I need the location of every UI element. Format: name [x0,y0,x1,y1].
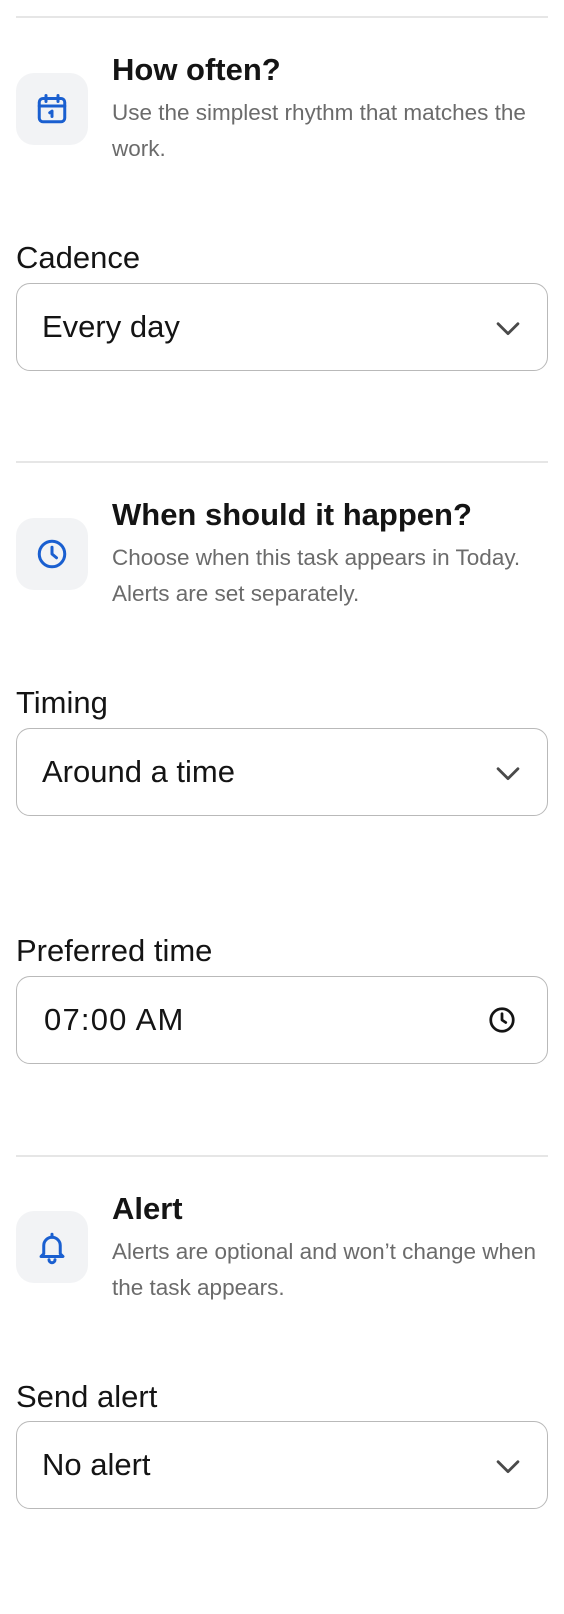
alert-icon-tile [16,1211,88,1283]
chevron-down-icon [496,767,520,781]
cadence-select[interactable]: Every day [16,283,548,371]
timing-select[interactable]: Around a time [16,728,548,816]
time-picker-clock-icon[interactable] [487,1005,517,1035]
clock-icon [37,539,67,569]
chevron-down-icon [496,1460,520,1474]
cadence-select-value: Every day [42,309,180,344]
section-description-frequency: Use the simplest rhythm that matches the… [112,100,526,161]
bell-icon [39,1232,65,1265]
frequency-icon-tile [16,73,88,145]
preferred-time-label: Preferred time [16,933,213,968]
timing-icon-tile [16,518,88,590]
timing-label: Timing [16,685,108,720]
send-alert-select[interactable]: No alert [16,1421,548,1509]
section-divider-alert [16,1155,548,1157]
preferred-time-input[interactable]: 07:00 AM [16,976,548,1064]
section-title-alert: Alert [112,1191,183,1226]
send-alert-select-value: No alert [42,1447,151,1482]
section-title-timing: When should it happen? [112,497,472,532]
preferred-time-value[interactable]: 07:00 AM [44,977,185,1062]
chevron-down-icon [496,322,520,336]
section-divider-frequency [16,16,548,18]
send-alert-label: Send alert [16,1379,158,1414]
timing-select-value: Around a time [42,754,235,789]
section-title-frequency: How often? [112,52,281,87]
section-description-alert: Alerts are optional and won’t change whe… [112,1239,537,1300]
cadence-label: Cadence [16,240,141,275]
calendar-icon [37,94,67,124]
section-description-timing: Choose when this task appears in Today. … [112,545,521,606]
section-divider-timing [16,461,548,463]
